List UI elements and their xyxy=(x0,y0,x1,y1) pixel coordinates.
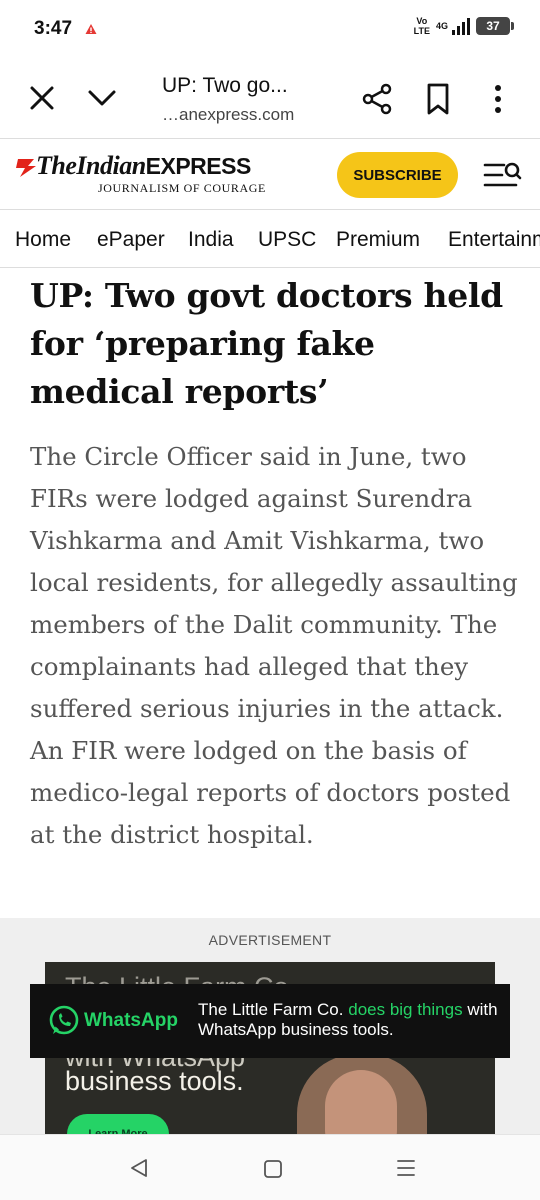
signal-icon xyxy=(452,17,470,35)
status-time: 3:47 xyxy=(34,18,73,39)
bookmark-icon[interactable] xyxy=(422,82,454,116)
url-text[interactable]: …anexpress.com xyxy=(162,105,294,125)
nav-item-upsc[interactable]: UPSC xyxy=(258,228,316,252)
article-headline: UP: Two govt doctors held for ‘preparing… xyxy=(30,276,503,411)
status-indicators: Vo LTE 4G 37 xyxy=(413,16,514,36)
back-icon[interactable] xyxy=(128,1157,150,1179)
section-nav: Home ePaper India UPSC Premium Entertain… xyxy=(0,210,540,268)
browser-toolbar: UP: Two go... …anexpress.com xyxy=(0,62,540,138)
site-logo[interactable]: TheIndianEXPRESS xyxy=(36,151,251,181)
whatsapp-icon xyxy=(49,1005,79,1035)
nav-item-entertainment[interactable]: Entertainm xyxy=(448,228,540,252)
ad-person-face xyxy=(325,1070,397,1134)
nav-item-india[interactable]: India xyxy=(188,228,234,252)
ad-label: ADVERTISEMENT xyxy=(208,932,332,948)
network-type: 4G xyxy=(435,21,448,31)
recents-icon[interactable] xyxy=(395,1157,417,1179)
tab-title[interactable]: UP: Two go... xyxy=(162,74,288,98)
volte-indicator: Vo LTE xyxy=(413,16,430,36)
whatsapp-banner-text: The Little Farm Co. does big things with… xyxy=(198,1000,498,1039)
nav-item-home[interactable]: Home xyxy=(15,228,71,252)
whatsapp-banner[interactable]: WhatsApp The Little Farm Co. does big th… xyxy=(30,984,510,1058)
subscribe-button[interactable]: SUBSCRIBE xyxy=(337,152,458,198)
site-header: TheIndianEXPRESS JOURNALISM OF COURAGE S… xyxy=(0,138,540,210)
alert-notification-icon xyxy=(85,24,97,34)
nav-item-premium[interactable]: Premium xyxy=(336,228,420,252)
close-icon[interactable] xyxy=(26,82,58,114)
more-vert-icon[interactable] xyxy=(484,82,512,116)
system-nav-bar xyxy=(0,1134,540,1200)
site-tagline: JOURNALISM OF COURAGE xyxy=(98,181,266,195)
whatsapp-brand: WhatsApp xyxy=(84,1010,178,1031)
battery-icon: 37 xyxy=(476,17,514,35)
share-icon[interactable] xyxy=(360,82,394,116)
ad-headline: business tools. xyxy=(65,1066,244,1096)
logo-mark-icon xyxy=(16,159,36,177)
menu-search-icon[interactable] xyxy=(482,159,522,191)
ad-learn-more-button[interactable]: Learn More xyxy=(67,1114,169,1134)
chevron-down-icon[interactable] xyxy=(86,82,118,114)
article-summary: The Circle Officer said in June, two FIR… xyxy=(30,442,518,849)
nav-item-epaper[interactable]: ePaper xyxy=(97,228,165,252)
home-icon[interactable] xyxy=(262,1158,284,1180)
status-bar: 3:47 Vo LTE 4G 37 xyxy=(0,0,540,62)
